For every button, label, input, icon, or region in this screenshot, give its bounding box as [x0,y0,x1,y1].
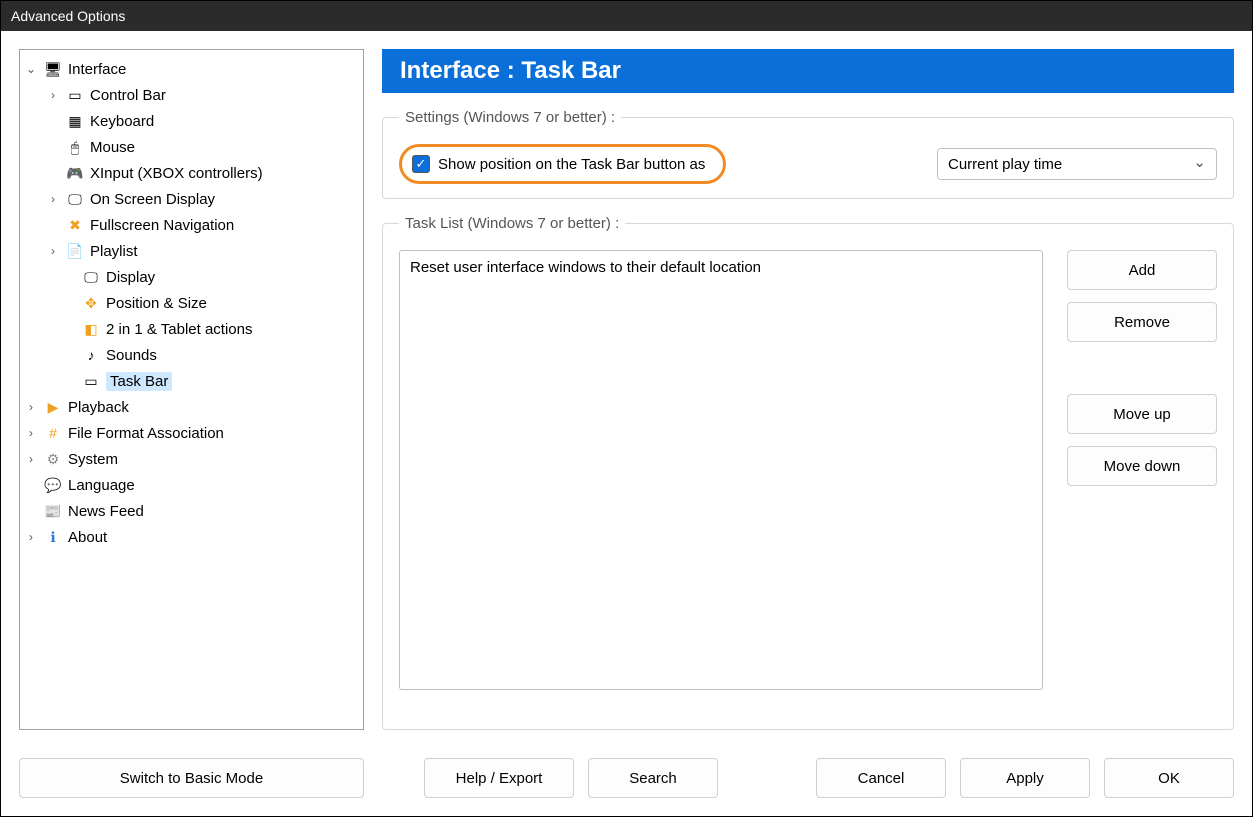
help-export-button[interactable]: Help / Export [424,758,574,798]
tree-item-label: File Format Association [68,425,224,442]
tree-expander-icon[interactable]: › [46,192,60,206]
tree-item-sounds[interactable]: ♪ Sounds [24,342,359,368]
tree-item-label: Keyboard [90,113,154,130]
tree-item-label: Playlist [90,243,138,260]
tree-item-xinput-xbox-controllers[interactable]: 🎮 XInput (XBOX controllers) [24,160,359,186]
tree-expander-icon[interactable]: ⌄ [24,62,38,76]
tree-item-playback[interactable]: › ▶ Playback [24,394,359,420]
tree-expander-icon[interactable]: › [46,244,60,258]
window-titlebar: Advanced Options [1,1,1252,31]
tree-item-label: On Screen Display [90,191,215,208]
tree-node-icon: 🖵 [66,190,84,208]
tree-item-label: Position & Size [106,295,207,312]
move-up-button[interactable]: Move up [1067,394,1217,434]
tree-item-label: System [68,451,118,468]
duration-mode-value: Current play time [948,156,1062,173]
tree-node-icon: ▦ [66,112,84,130]
tree-node-icon: ▭ [66,86,84,104]
tree-expander-icon[interactable]: › [24,452,38,466]
tree-item-label: Display [106,269,155,286]
tree-item-2-in-1-tablet-actions[interactable]: ◧ 2 in 1 & Tablet actions [24,316,359,342]
tasklist-group: Task List (Windows 7 or better) : Reset … [382,215,1234,730]
tree-item-language[interactable]: 💬 Language [24,472,359,498]
tree-item-label: 2 in 1 & Tablet actions [106,321,252,338]
tree-expander-icon[interactable]: › [46,88,60,102]
settings-group: Settings (Windows 7 or better) : ✓ Show … [382,109,1234,199]
highlighted-setting: ✓ Show position on the Task Bar button a… [399,144,726,184]
tree-item-label: Playback [68,399,129,416]
tree-item-file-format-association[interactable]: › # File Format Association [24,420,359,446]
tree-node-icon: ♪ [82,346,100,364]
tree-item-label: About [68,529,107,546]
tree-node-icon: ℹ [44,528,62,546]
task-listbox[interactable]: Reset user interface windows to their de… [399,250,1043,690]
search-button[interactable]: Search [588,758,718,798]
basic-mode-button[interactable]: Switch to Basic Mode [19,758,364,798]
tree-expander-icon[interactable]: › [24,426,38,440]
nav-tree[interactable]: ⌄ 🖥 Interface › ▭ Control Bar ▦ Keyboard 🖱 Mouse 🎮… [19,49,364,730]
tree-node-icon: ✥ [82,294,100,312]
tree-expander-icon[interactable]: › [24,530,38,544]
tree-node-icon: 💬 [44,476,62,494]
bottom-bar: Switch to Basic Mode Help / Export Searc… [1,748,1252,816]
tree-node-icon: ◧ [82,320,100,338]
tree-node-icon: 🖵 [82,268,100,286]
tree-item-on-screen-display[interactable]: › 🖵 On Screen Display [24,186,359,212]
tree-node-icon: ⚙ [44,450,62,468]
tree-node-icon: 📄 [66,242,84,260]
tree-item-label: News Feed [68,503,144,520]
page-title: Interface : Task Bar [382,49,1234,93]
show-position-label[interactable]: Show position on the Task Bar button as [438,156,705,173]
tree-item-control-bar[interactable]: › ▭ Control Bar [24,82,359,108]
tree-item-about[interactable]: › ℹ About [24,524,359,550]
tree-item-system[interactable]: › ⚙ System [24,446,359,472]
tree-item-label: Control Bar [90,87,166,104]
tree-item-label: Mouse [90,139,135,156]
tree-node-icon: ▶ [44,398,62,416]
tree-item-mouse[interactable]: 🖱 Mouse [24,134,359,160]
cancel-button[interactable]: Cancel [816,758,946,798]
tree-item-task-bar[interactable]: ▭ Task Bar [24,368,359,394]
ok-button[interactable]: OK [1104,758,1234,798]
tree-item-label: Task Bar [106,372,172,391]
tree-node-icon: 🖥 [44,60,62,78]
tree-node-icon: 🎮 [66,164,84,182]
tree-item-keyboard[interactable]: ▦ Keyboard [24,108,359,134]
tree-item-interface[interactable]: ⌄ 🖥 Interface [24,56,359,82]
tree-node-icon: 🖱 [66,138,84,156]
tree-item-position-size[interactable]: ✥ Position & Size [24,290,359,316]
remove-button[interactable]: Remove [1067,302,1217,342]
settings-legend: Settings (Windows 7 or better) : [399,109,621,126]
tree-item-label: XInput (XBOX controllers) [90,165,263,182]
tree-node-icon: # [44,424,62,442]
tree-item-label: Sounds [106,347,157,364]
tree-node-icon: ✖ [66,216,84,234]
tree-item-label: Interface [68,61,126,78]
tree-node-icon: ▭ [82,372,100,390]
tree-node-icon: 📰 [44,502,62,520]
add-button[interactable]: Add [1067,250,1217,290]
tree-item-display[interactable]: 🖵 Display [24,264,359,290]
tasklist-legend: Task List (Windows 7 or better) : [399,215,625,232]
tree-item-news-feed[interactable]: 📰 News Feed [24,498,359,524]
window-title: Advanced Options [11,8,125,24]
apply-button[interactable]: Apply [960,758,1090,798]
show-position-checkbox[interactable]: ✓ [412,155,430,173]
tree-item-label: Fullscreen Navigation [90,217,234,234]
tree-item-playlist[interactable]: › 📄 Playlist [24,238,359,264]
duration-mode-select[interactable]: Current play time [937,148,1217,180]
move-down-button[interactable]: Move down [1067,446,1217,486]
tree-item-label: Language [68,477,135,494]
task-item[interactable]: Reset user interface windows to their de… [410,259,1032,276]
tree-item-fullscreen-navigation[interactable]: ✖ Fullscreen Navigation [24,212,359,238]
tree-expander-icon[interactable]: › [24,400,38,414]
